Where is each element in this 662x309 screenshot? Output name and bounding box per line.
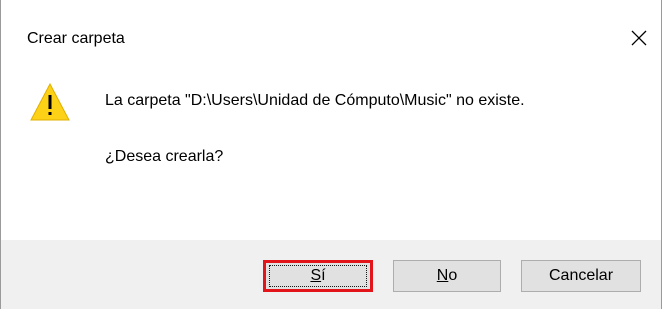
cancel-button-label: Cancelar: [548, 267, 614, 284]
title-bar: Crear carpeta: [1, 0, 661, 76]
cancel-button[interactable]: Cancelar: [521, 260, 641, 292]
no-button[interactable]: No: [393, 260, 501, 292]
yes-button-label: Sí: [310, 267, 326, 284]
yes-button[interactable]: Sí: [263, 260, 373, 292]
close-button[interactable]: [619, 20, 659, 56]
no-button-label: No: [436, 267, 458, 284]
close-icon: [631, 30, 647, 46]
button-bar: Sí No Cancelar: [1, 240, 661, 309]
question-text: ¿Desea crearla?: [105, 148, 224, 165]
dialog-title: Crear carpeta: [27, 30, 125, 47]
create-folder-dialog: Crear carpeta La carpeta "D:\Users\Unida…: [0, 0, 662, 309]
message-text: La carpeta "D:\Users\Unidad de Cómputo\M…: [105, 92, 525, 109]
dialog-content: La carpeta "D:\Users\Unidad de Cómputo\M…: [1, 76, 661, 236]
warning-triangle-icon: [30, 82, 70, 121]
